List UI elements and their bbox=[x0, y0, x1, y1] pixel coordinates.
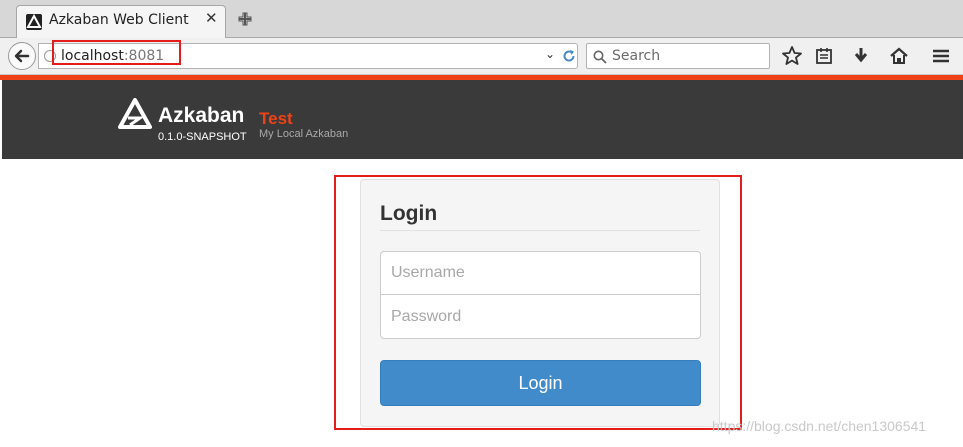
star-icon[interactable] bbox=[780, 44, 804, 68]
back-button[interactable] bbox=[8, 42, 36, 70]
azkaban-logo-icon[interactable] bbox=[118, 98, 152, 130]
plus-icon[interactable] bbox=[236, 10, 254, 28]
tab-strip: Azkaban Web Client ✕ bbox=[0, 0, 963, 39]
environment-name: Test bbox=[259, 109, 293, 128]
arrow-left-icon bbox=[14, 49, 30, 63]
environment-description: My Local Azkaban bbox=[259, 128, 349, 140]
search-icon bbox=[593, 49, 607, 64]
login-highlight-box bbox=[334, 175, 742, 430]
reading-list-icon[interactable] bbox=[812, 44, 836, 68]
home-icon[interactable] bbox=[887, 44, 911, 68]
url-highlight-box bbox=[52, 40, 181, 65]
browser-tab[interactable]: Azkaban Web Client ✕ bbox=[16, 5, 226, 39]
search-box[interactable] bbox=[586, 43, 770, 69]
version-label: 0.1.0-SNAPSHOT bbox=[158, 131, 247, 143]
azkaban-favicon-icon bbox=[26, 13, 42, 30]
azkaban-header: Azkaban 0.1.0-SNAPSHOT Test My Local Azk… bbox=[2, 80, 963, 159]
tab-title: Azkaban Web Client bbox=[49, 12, 189, 28]
reload-icon[interactable] bbox=[561, 48, 577, 64]
brand-name[interactable]: Azkaban bbox=[158, 104, 244, 128]
menu-icon[interactable] bbox=[929, 44, 953, 68]
close-tab-icon[interactable]: ✕ bbox=[205, 11, 218, 26]
chevron-down-icon[interactable]: ⌄ bbox=[545, 47, 555, 61]
download-icon[interactable] bbox=[849, 44, 873, 68]
search-input[interactable] bbox=[612, 47, 762, 65]
watermark: https://blog.csdn.net/chen1306541 bbox=[712, 418, 927, 434]
